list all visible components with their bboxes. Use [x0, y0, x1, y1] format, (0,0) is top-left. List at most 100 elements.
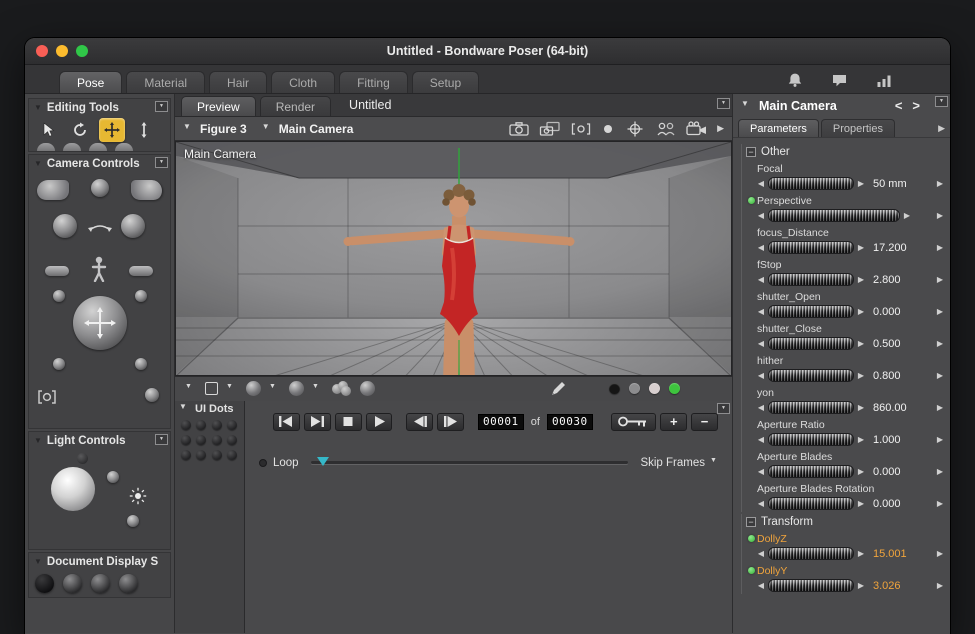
parameter-value[interactable]: 0.800 — [873, 370, 901, 382]
panel-menu-icon[interactable]: ▼ — [717, 403, 730, 414]
light-aux-sphere[interactable] — [127, 515, 139, 527]
head-camera-icon[interactable] — [91, 179, 109, 197]
pointer-tool-icon[interactable] — [35, 118, 61, 142]
orbit-camera-icon[interactable] — [624, 121, 646, 137]
parameter-options-arrow[interactable]: ▶ — [937, 275, 948, 284]
window-titlebar[interactable]: Untitled - Bondware Poser (64-bit) — [25, 38, 950, 65]
parameter-dial[interactable] — [768, 209, 900, 222]
texture-shaded-style-icon[interactable] — [289, 381, 304, 396]
parameter-dial[interactable] — [768, 401, 854, 414]
light-select-sphere[interactable] — [107, 471, 119, 483]
ui-dot[interactable] — [227, 435, 237, 445]
ui-dots-header[interactable]: ▼ UI Dots — [179, 403, 240, 415]
tool-icon[interactable] — [89, 143, 107, 151]
parameter-dial[interactable] — [768, 337, 854, 350]
parameter-value[interactable]: 0.000 — [873, 306, 901, 318]
parameter-dial[interactable] — [768, 369, 854, 382]
smooth-shaded-style-icon[interactable] — [246, 381, 261, 396]
parameter-dial[interactable] — [768, 305, 854, 318]
figure-menu-triangle-icon[interactable]: ▼ — [183, 123, 195, 135]
dial-decrease-arrow[interactable]: ◀ — [757, 275, 765, 284]
face-camera-right-icon[interactable] — [121, 214, 145, 238]
tab-fitting[interactable]: Fitting — [339, 71, 408, 93]
notifications-bell-icon[interactable] — [787, 72, 803, 88]
dial-increase-arrow[interactable]: ▶ — [857, 467, 865, 476]
parameter-options-arrow[interactable]: ▶ — [937, 243, 948, 252]
dolly-camera-icon[interactable] — [601, 121, 615, 137]
light-indicator-dot[interactable] — [77, 453, 88, 464]
parameter-options-arrow[interactable]: ▶ — [937, 581, 948, 590]
parameter-value[interactable]: 15.001 — [873, 548, 907, 560]
stop-button[interactable] — [335, 413, 362, 431]
editing-tools-header[interactable]: ▼ Editing Tools — [29, 99, 170, 116]
panel-menu-icon[interactable]: ▼ — [155, 101, 168, 112]
minimize-window-button[interactable] — [56, 45, 68, 57]
dial-increase-arrow[interactable]: ▶ — [857, 243, 865, 252]
dial-decrease-arrow[interactable]: ◀ — [757, 371, 765, 380]
dial-decrease-arrow[interactable]: ◀ — [757, 549, 765, 558]
dial-decrease-arrow[interactable]: ◀ — [757, 499, 765, 508]
dial-increase-arrow[interactable]: ▶ — [857, 403, 865, 412]
tool-icon[interactable] — [63, 143, 81, 151]
camera-menu-triangle-icon[interactable]: ▼ — [262, 123, 274, 135]
dial-increase-arrow[interactable]: ▶ — [857, 581, 865, 590]
panel-menu-icon[interactable]: ▼ — [717, 98, 730, 109]
main-camera-figure-icon[interactable] — [91, 256, 107, 282]
parameter-value[interactable]: 1.000 — [873, 434, 901, 446]
stats-icon[interactable] — [876, 74, 892, 88]
dial-decrease-arrow[interactable]: ◀ — [757, 243, 765, 252]
parameter-dial[interactable] — [768, 547, 854, 560]
camera-controls-header[interactable]: ▼ Camera Controls — [29, 155, 170, 172]
tracking-dot[interactable] — [669, 383, 680, 394]
tracking-dot[interactable] — [649, 383, 660, 394]
parameter-value[interactable]: 0.000 — [873, 466, 901, 478]
tab-pose[interactable]: Pose — [59, 71, 122, 93]
loop-label[interactable]: Loop — [273, 457, 299, 469]
parameter-value[interactable]: 0.500 — [873, 338, 901, 350]
chat-icon[interactable] — [831, 73, 848, 88]
parameter-dial[interactable] — [768, 177, 854, 190]
dial-increase-arrow[interactable]: ▶ — [857, 371, 865, 380]
previous-item-arrow[interactable]: < — [895, 98, 903, 113]
play-button[interactable] — [366, 413, 393, 431]
current-frame-field[interactable]: 00001 — [478, 414, 524, 430]
outline-style-icon[interactable] — [63, 574, 82, 593]
collapse-triangle-icon[interactable]: ▼ — [34, 160, 42, 168]
parameter-dial[interactable] — [768, 433, 854, 446]
tab-material[interactable]: Material — [126, 71, 205, 93]
previous-frame-button[interactable] — [406, 413, 433, 431]
face-camera-left-icon[interactable] — [53, 214, 77, 238]
document-display-header[interactable]: ▼ Document Display S — [29, 553, 170, 570]
ui-dot[interactable] — [227, 420, 237, 430]
parameter-options-arrow[interactable]: ▶ — [937, 549, 948, 558]
tab-preview[interactable]: Preview — [181, 96, 256, 116]
close-window-button[interactable] — [36, 45, 48, 57]
more-tools-row[interactable] — [29, 142, 170, 151]
wireframe-style-icon[interactable] — [91, 574, 110, 593]
photo-camera-icon[interactable] — [508, 121, 530, 137]
style-menu-triangle-icon[interactable]: ▼ — [269, 383, 281, 395]
timeline-scrub-track[interactable] — [311, 461, 629, 464]
collapse-triangle-icon[interactable]: ▼ — [34, 437, 42, 445]
face-camera-icon[interactable] — [570, 121, 592, 137]
parameter-value[interactable]: 3.026 — [873, 580, 901, 592]
next-item-arrow[interactable]: > — [912, 98, 920, 113]
parameter-options-arrow[interactable]: ▶ — [937, 499, 948, 508]
aux-camera-icon[interactable] — [135, 290, 147, 302]
dial-decrease-arrow[interactable]: ◀ — [757, 211, 765, 220]
tool-icon[interactable] — [115, 143, 133, 151]
parameter-options-arrow[interactable]: ▶ — [937, 211, 948, 220]
collapse-triangle-icon[interactable]: ▼ — [741, 100, 753, 112]
more-cameras-arrow-icon[interactable]: ▶ — [717, 123, 724, 134]
dial-decrease-arrow[interactable]: ◀ — [757, 435, 765, 444]
light-controls-header[interactable]: ▼ Light Controls — [29, 432, 170, 449]
ui-dot[interactable] — [181, 450, 191, 460]
tab-setup[interactable]: Setup — [412, 71, 479, 93]
parameter-options-arrow[interactable]: ▶ — [937, 403, 948, 412]
add-keyframe-button[interactable]: + — [660, 413, 687, 431]
parameter-value[interactable]: 17.200 — [873, 242, 907, 254]
ui-dot[interactable] — [196, 420, 206, 430]
tracking-dot[interactable] — [629, 383, 640, 394]
ui-dot[interactable] — [181, 420, 191, 430]
tab-hair[interactable]: Hair — [209, 71, 267, 93]
